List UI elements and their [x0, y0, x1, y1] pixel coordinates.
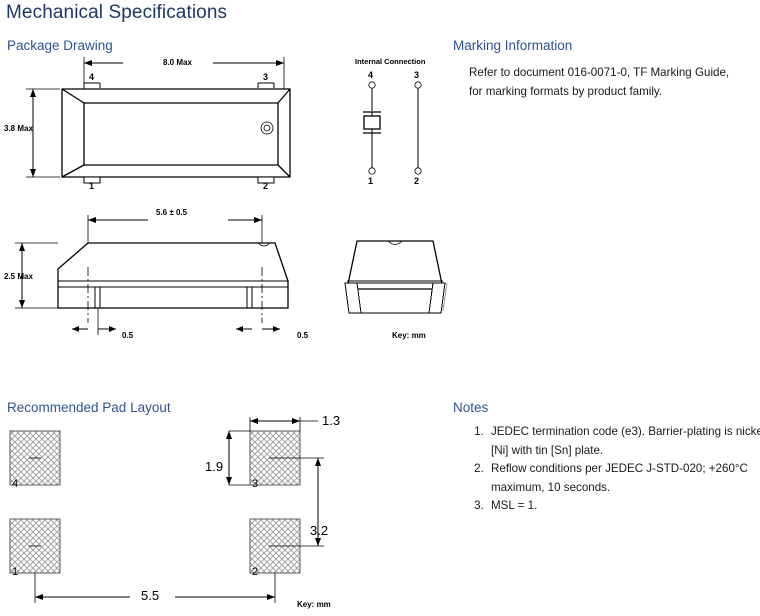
- pad-layout-pad-4-label: 4: [12, 478, 19, 490]
- pad-layout-drawing: [0, 415, 360, 615]
- internal-connection-schematic: [350, 68, 450, 193]
- package-end-view-drawing: [335, 225, 465, 330]
- side-view-width-dimension: 5.6 ± 0.5: [156, 208, 188, 217]
- package-side-view-drawing: [0, 205, 330, 350]
- section-heading-recommended-pad-layout: Recommended Pad Layout: [7, 400, 171, 415]
- pad-layout-vertical-pitch-dimension: 3.2: [310, 523, 329, 538]
- marking-information-body: Refer to document 016-0071-0, TF Marking…: [469, 66, 730, 98]
- top-view-height-dimension: 3.8 Max: [4, 124, 33, 133]
- internal-connection-pin-1-label: 1: [368, 176, 374, 186]
- section-heading-marking-information: Marking Information: [453, 38, 573, 53]
- pad-layout-height-dimension: 1.9: [205, 459, 224, 474]
- note-item: JEDEC termination code (e3). Barrier-pla…: [487, 423, 760, 460]
- side-view-height-dimension: 2.5 Max: [4, 272, 33, 281]
- pad-layout-pad-2-label: 2: [252, 566, 259, 578]
- pad-layout-horizontal-pitch-dimension: 5.5: [141, 588, 160, 603]
- internal-connection-title: Internal Connection: [355, 57, 426, 66]
- top-view-width-dimension: 8.0 Max: [163, 58, 192, 67]
- pad-layout-pad-1-label: 1: [12, 566, 19, 578]
- page-title: Mechanical Specifications: [6, 2, 228, 23]
- pad-layout-key-label: Key: mm: [297, 600, 331, 609]
- side-view-pad-dimension-right: 0.5: [297, 331, 309, 340]
- internal-connection-pin-2-label: 2: [414, 176, 420, 186]
- side-view-pad-dimension-left: 0.5: [122, 331, 134, 340]
- internal-connection-pin-3-label: 3: [414, 70, 420, 80]
- top-view-pin-3-label: 3: [263, 72, 269, 82]
- note-item: MSL = 1.: [487, 497, 760, 516]
- top-view-pin-1-label: 1: [89, 181, 95, 191]
- note-item: Reflow conditions per JEDEC J-STD-020; +…: [487, 460, 760, 497]
- pad-layout-width-dimension: 1.3: [322, 413, 341, 428]
- top-view-pin-2-label: 2: [263, 181, 269, 191]
- pad-layout-pad-3-label: 3: [252, 478, 259, 490]
- top-view-pin-4-label: 4: [89, 72, 95, 82]
- internal-connection-pin-4-label: 4: [368, 70, 374, 80]
- section-heading-package-drawing: Package Drawing: [7, 38, 113, 53]
- section-heading-notes: Notes: [453, 400, 489, 415]
- end-view-key-label: Key: mm: [392, 331, 426, 340]
- notes-list: JEDEC termination code (e3). Barrier-pla…: [461, 423, 760, 516]
- package-top-view-drawing: [0, 55, 320, 190]
